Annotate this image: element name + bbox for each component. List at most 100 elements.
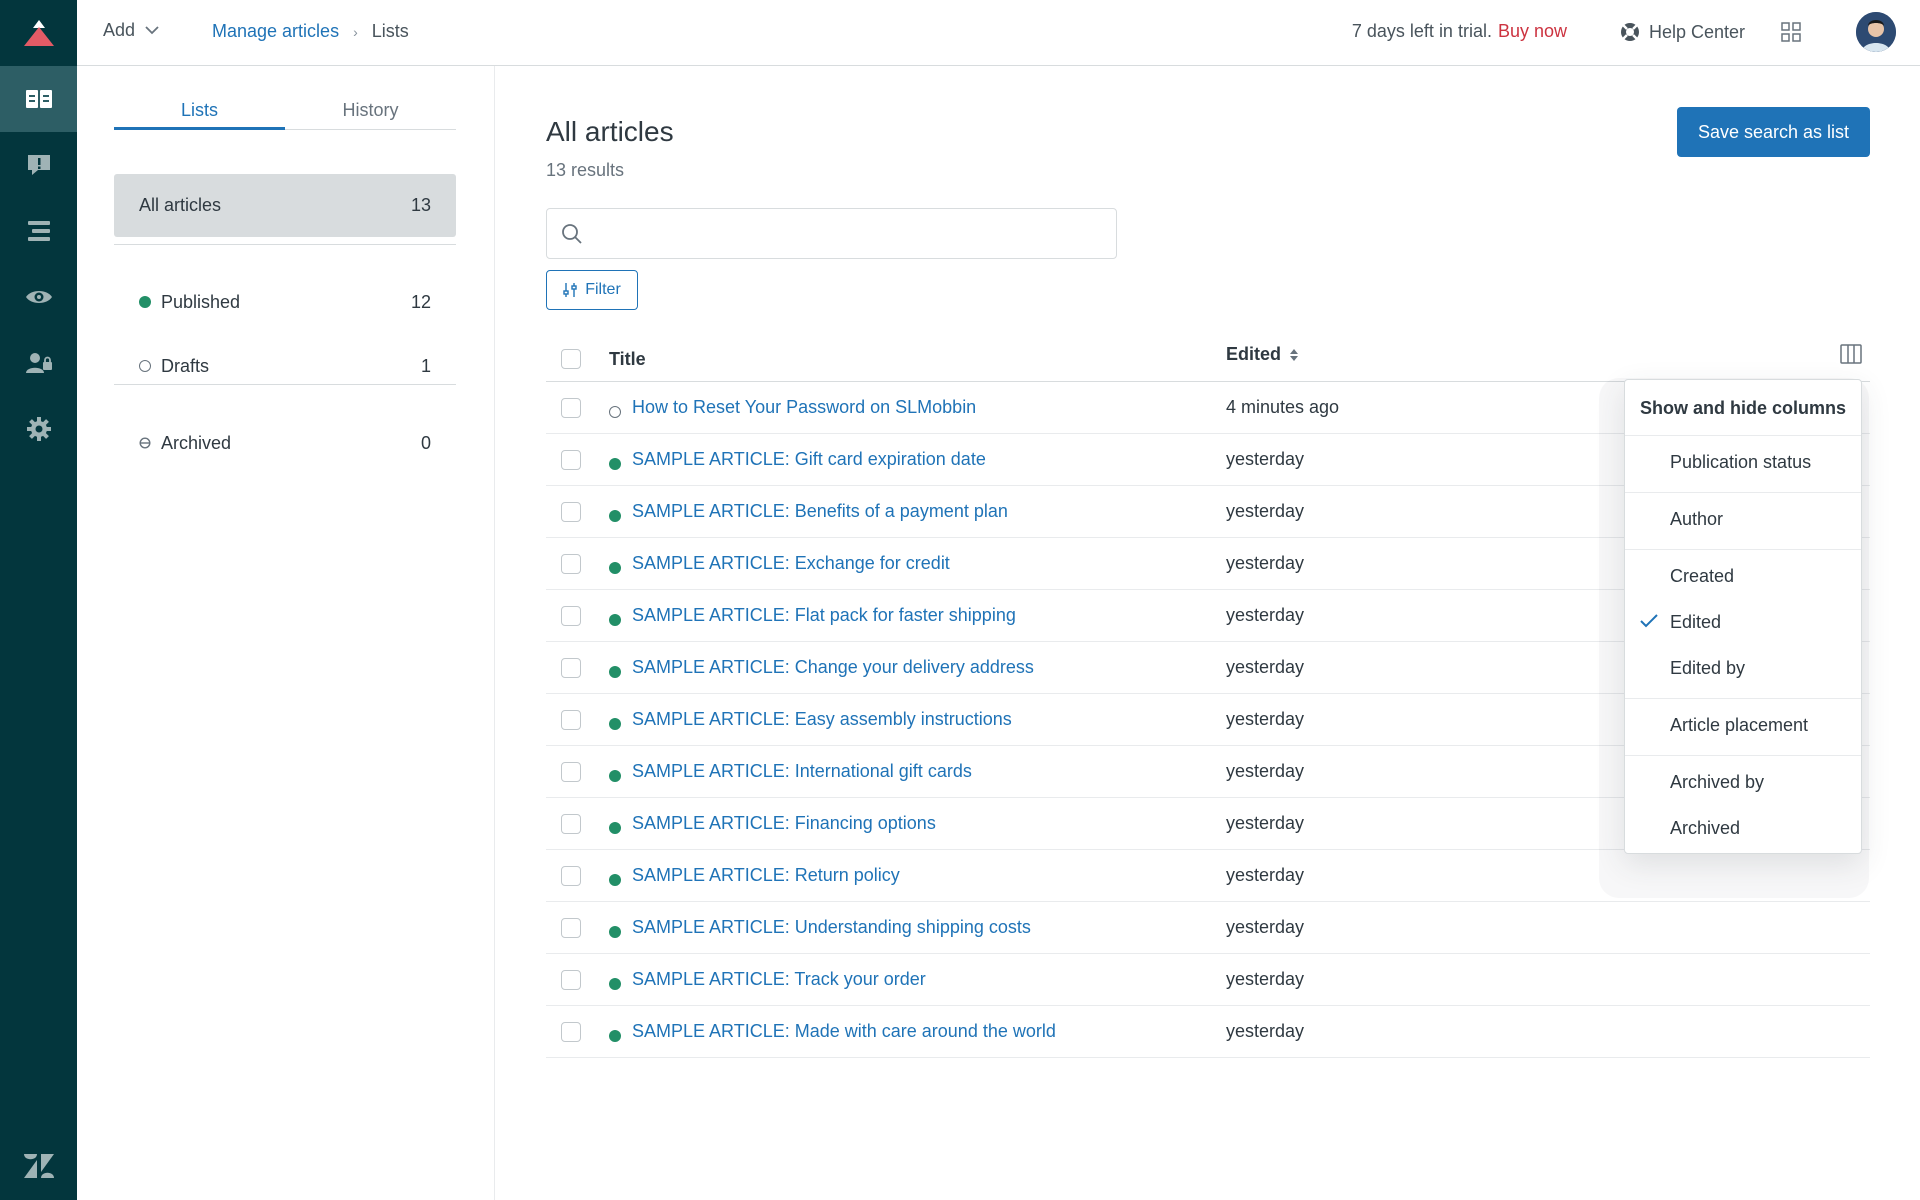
add-label: Add (103, 20, 136, 40)
feedback-icon[interactable] (0, 132, 77, 198)
column-chooser-icon[interactable] (1840, 344, 1862, 364)
edited-time: yesterday (1226, 553, 1305, 573)
article-title-link[interactable]: SAMPLE ARTICLE: Benefits of a payment pl… (632, 501, 1008, 522)
list-count: 1 (420, 355, 431, 376)
add-menu-button[interactable]: Add (103, 20, 159, 41)
lifebuoy-icon (1620, 23, 1639, 41)
menu-item-article-placement[interactable]: Article placement (1625, 706, 1861, 744)
row-checkbox[interactable] (561, 762, 581, 782)
zendesk-icon[interactable] (0, 1146, 77, 1186)
list-label: Published (161, 291, 241, 312)
article-title-link[interactable]: SAMPLE ARTICLE: Return policy (632, 865, 900, 886)
menu-item-label: Archived by (1670, 771, 1765, 792)
guide-logo-icon[interactable] (0, 0, 77, 66)
article-title-link[interactable]: SAMPLE ARTICLE: Made with care around th… (632, 1021, 1056, 1042)
preview-icon[interactable] (0, 264, 77, 330)
help-center-link[interactable]: Help Center (1619, 21, 1745, 43)
menu-item-edited-by[interactable]: Edited by (1625, 649, 1861, 687)
buy-now-link[interactable]: Buy now (1498, 21, 1567, 41)
published-status-icon (609, 974, 621, 995)
row-checkbox[interactable] (561, 710, 581, 730)
article-title-link[interactable]: SAMPLE ARTICLE: Flat pack for faster shi… (632, 605, 1016, 626)
menu-item-label: Publication status (1670, 451, 1812, 472)
article-title-link[interactable]: How to Reset Your Password on SLMobbin (632, 397, 976, 418)
save-search-as-list-button[interactable]: Save search as list (1677, 107, 1870, 157)
published-status-icon (609, 870, 621, 891)
row-checkbox[interactable] (561, 1022, 581, 1042)
column-header-title[interactable]: Title (609, 349, 646, 370)
edited-time: yesterday (1226, 1021, 1305, 1041)
product-tray-icon[interactable] (1781, 22, 1801, 47)
table-row[interactable]: SAMPLE ARTICLE: Understanding shipping c… (546, 902, 1870, 954)
list-item-drafts[interactable]: Drafts 1 (114, 346, 456, 386)
breadcrumb-manage-articles-link[interactable]: Manage articles (212, 21, 339, 42)
column-header-edited[interactable]: Edited (1226, 344, 1299, 365)
row-checkbox[interactable] (561, 398, 581, 418)
select-all-checkbox[interactable] (561, 349, 581, 369)
table-header: Title Edited (546, 332, 1870, 382)
draft-status-icon (139, 360, 151, 372)
list-item-archived[interactable]: Archived 0 (114, 423, 456, 463)
menu-item-archived[interactable]: Archived (1625, 809, 1861, 847)
checkmark-icon (1640, 614, 1658, 628)
row-checkbox[interactable] (561, 918, 581, 938)
search-input[interactable] (595, 217, 1095, 251)
article-title-link[interactable]: SAMPLE ARTICLE: Exchange for credit (632, 553, 950, 574)
edited-time: yesterday (1226, 865, 1305, 885)
arrange-content-icon[interactable] (0, 198, 77, 264)
sidebar-tabs: Lists History (114, 100, 456, 130)
row-checkbox[interactable] (561, 502, 581, 522)
tab-lists[interactable]: Lists (114, 100, 285, 130)
article-title-link[interactable]: SAMPLE ARTICLE: Understanding shipping c… (632, 917, 1031, 938)
article-title-link[interactable]: SAMPLE ARTICLE: International gift cards (632, 761, 972, 782)
menu-item-label: Edited (1670, 611, 1722, 632)
menu-title: Show and hide columns (1640, 398, 1847, 418)
row-checkbox[interactable] (561, 814, 581, 834)
settings-icon[interactable] (0, 396, 77, 462)
lists-sidebar: Lists History All articles 13 Published … (77, 66, 495, 1200)
row-checkbox[interactable] (561, 554, 581, 574)
avatar[interactable] (1856, 12, 1896, 52)
divider (114, 384, 456, 385)
draft-status-icon (609, 402, 621, 423)
edited-time: yesterday (1226, 761, 1305, 781)
edited-time: yesterday (1226, 605, 1305, 625)
menu-item-created[interactable]: Created (1625, 557, 1861, 595)
menu-item-edited[interactable]: Edited (1625, 603, 1861, 641)
results-count: 13 results (546, 160, 625, 180)
menu-item-label: Archived (1670, 817, 1741, 838)
help-center-label: Help Center (1648, 21, 1745, 42)
divider (1625, 435, 1861, 436)
edited-time: yesterday (1226, 709, 1305, 729)
article-title-link[interactable]: SAMPLE ARTICLE: Track your order (632, 969, 926, 990)
article-title-link[interactable]: SAMPLE ARTICLE: Easy assembly instructio… (632, 709, 1012, 730)
row-checkbox[interactable] (561, 866, 581, 886)
menu-item-publication-status[interactable]: Publication status (1625, 443, 1861, 481)
table-row[interactable]: SAMPLE ARTICLE: Track your order yesterda… (546, 954, 1870, 1006)
list-item-published[interactable]: Published 12 (114, 282, 456, 322)
article-title-link[interactable]: SAMPLE ARTICLE: Gift card expiration dat… (632, 449, 986, 470)
row-checkbox[interactable] (561, 970, 581, 990)
table-row[interactable]: SAMPLE ARTICLE: Made with care around th… (546, 1006, 1870, 1058)
search-icon (562, 224, 582, 244)
list-count: 12 (410, 291, 431, 312)
tab-history[interactable]: History (285, 100, 456, 129)
menu-item-author[interactable]: Author (1625, 500, 1861, 538)
user-permissions-icon[interactable] (0, 330, 77, 396)
published-status-icon (609, 766, 621, 787)
list-label: Drafts (161, 355, 210, 376)
published-status-icon (609, 714, 621, 735)
chevron-down-icon (145, 26, 159, 35)
list-item-all-articles[interactable]: All articles 13 (114, 174, 456, 237)
row-checkbox[interactable] (561, 606, 581, 626)
row-checkbox[interactable] (561, 450, 581, 470)
filter-button[interactable]: Filter (546, 270, 638, 310)
menu-item-archived-by[interactable]: Archived by (1625, 763, 1861, 801)
breadcrumb-separator-icon: › (353, 23, 358, 40)
filter-sliders-icon (563, 283, 577, 297)
articles-icon[interactable] (0, 66, 77, 132)
article-title-link[interactable]: SAMPLE ARTICLE: Change your delivery add… (632, 657, 1034, 678)
show-hide-columns-menu: Show and hide columns Publication status… (1624, 379, 1862, 854)
article-title-link[interactable]: SAMPLE ARTICLE: Financing options (632, 813, 936, 834)
row-checkbox[interactable] (561, 658, 581, 678)
